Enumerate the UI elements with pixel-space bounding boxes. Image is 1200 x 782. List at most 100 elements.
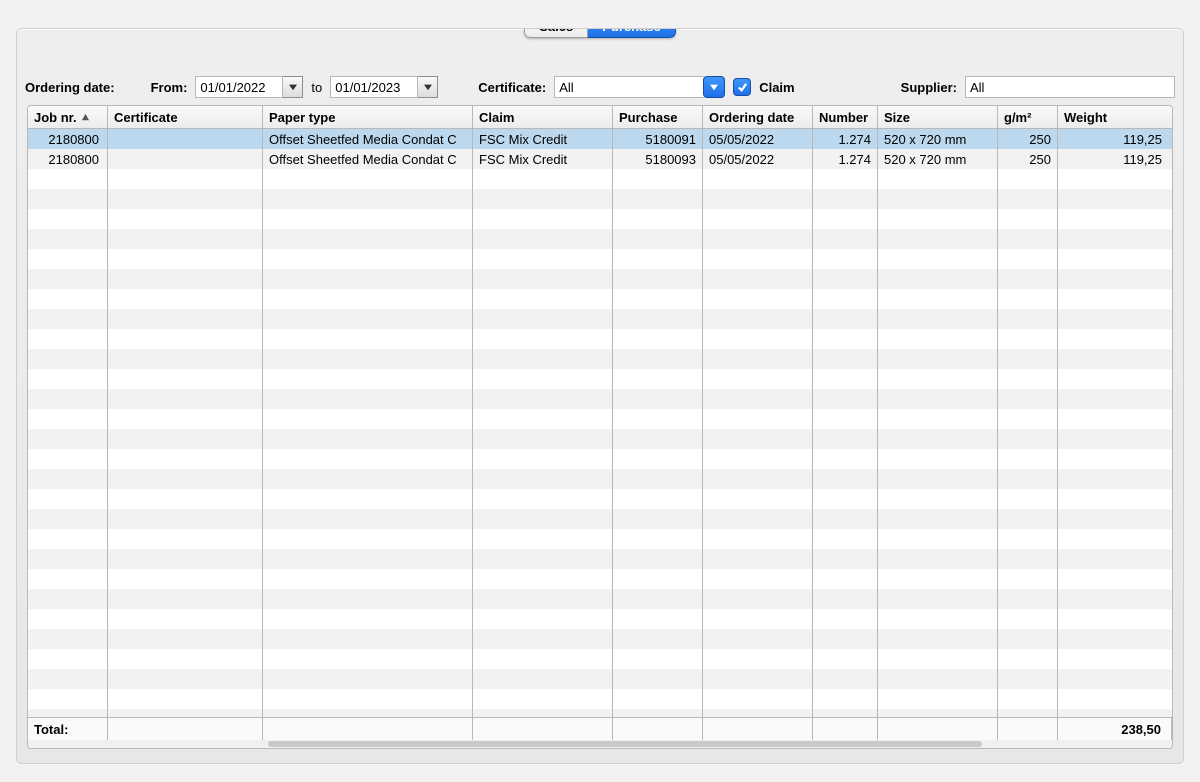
col-label: Purchase [619,110,678,125]
table-body: 2180800 Offset Sheetfed Media Condat CFSC… [28,129,1172,717]
main-panel: Sales Purchase Ordering date: From: to C… [16,28,1184,764]
table-row-empty [28,369,1172,389]
cell-gm2: 250 [998,129,1058,149]
claim-checkbox[interactable] [733,78,751,96]
from-date-dropdown[interactable] [283,76,303,98]
table-row-empty [28,449,1172,469]
cell-gm2: 250 [998,149,1058,169]
col-label: Paper type [269,110,335,125]
cell-num: 1.274 [813,149,878,169]
col-paper-type[interactable]: Paper type [263,106,473,128]
cell-date: 05/05/2022 [703,129,813,149]
table-row-empty [28,169,1172,189]
col-purchase[interactable]: Purchase [613,106,703,128]
scrollbar-thumb[interactable] [268,741,982,747]
table-row-empty [28,709,1172,717]
cell-date: 05/05/2022 [703,149,813,169]
col-label: Ordering date [709,110,794,125]
table-row[interactable]: 2180800Offset Sheetfed Media Condat CFSC… [28,129,1172,149]
cell-paper: Offset Sheetfed Media Condat C [263,149,473,169]
table-row-empty [28,689,1172,709]
cell-purchase: 5180093 [613,149,703,169]
cell-weight: 119,25 [1058,149,1172,169]
col-label: Number [819,110,868,125]
cell-cert [108,149,263,169]
table-row-empty [28,289,1172,309]
to-date-input[interactable] [330,76,418,98]
table-row-empty [28,329,1172,349]
sort-asc-icon [81,113,90,122]
col-label: Claim [479,110,514,125]
table-row-empty [28,649,1172,669]
cell-cert [108,129,263,149]
cell-size: 520 x 720 mm [878,129,998,149]
table-row-empty [28,189,1172,209]
col-size[interactable]: Size [878,106,998,128]
footer-label: Total: [28,718,108,740]
table-row-empty [28,489,1172,509]
cell-purchase: 5180091 [613,129,703,149]
certificate-dropdown[interactable] [703,76,725,98]
col-weight[interactable]: Weight [1058,106,1172,128]
table-row-empty [28,569,1172,589]
table-row-empty [28,209,1172,229]
table-header: Job nr. Certificate Paper type Claim Pur… [28,106,1172,129]
cell-weight: 119,25 [1058,129,1172,149]
cell-claim: FSC Mix Credit [473,129,613,149]
col-label: Weight [1064,110,1107,125]
table-row-empty [28,529,1172,549]
col-job-nr[interactable]: Job nr. [28,106,108,128]
tab-segment: Sales Purchase [524,28,676,38]
table-row-empty [28,409,1172,429]
col-label: Size [884,110,910,125]
table-row-empty [28,389,1172,409]
from-date-input[interactable] [195,76,283,98]
table-row-empty [28,549,1172,569]
footer-weight: 238,50 [1058,718,1172,740]
tab-sales[interactable]: Sales [524,28,588,38]
tab-purchase[interactable]: Purchase [588,28,676,38]
cell-size: 520 x 720 mm [878,149,998,169]
check-icon [737,82,748,93]
from-label: From: [151,80,188,95]
table-row-empty [28,669,1172,689]
table-row-empty [28,589,1172,609]
to-date-dropdown[interactable] [418,76,438,98]
table-row-empty [28,269,1172,289]
chevron-down-icon [289,83,297,91]
col-gm2[interactable]: g/m² [998,106,1058,128]
col-label: Certificate [114,110,178,125]
table-row-empty [28,629,1172,649]
supplier-label: Supplier: [901,80,957,95]
col-label: Job nr. [34,110,77,125]
supplier-input[interactable] [965,76,1175,98]
chevron-down-icon [424,83,432,91]
table-row-empty [28,349,1172,369]
col-ordering-date[interactable]: Ordering date [703,106,813,128]
ordering-date-label: Ordering date: [25,80,115,95]
claim-label: Claim [759,80,794,95]
results-table: Job nr. Certificate Paper type Claim Pur… [27,105,1173,749]
table-row[interactable]: 2180800 Offset Sheetfed Media Condat CFSC… [28,149,1172,169]
certificate-label: Certificate: [478,80,546,95]
cell-num: 1.274 [813,129,878,149]
col-number[interactable]: Number [813,106,878,128]
filter-bar: Ordering date: From: to Certificate: [25,73,1175,101]
table-row-empty [28,249,1172,269]
to-label: to [311,80,322,95]
cell-job: 2180800 [28,149,108,169]
horizontal-scrollbar[interactable] [28,740,1172,748]
table-row-empty [28,309,1172,329]
col-certificate[interactable]: Certificate [108,106,263,128]
table-row-empty [28,609,1172,629]
cell-claim: FSC Mix Credit [473,149,613,169]
cell-job: 2180800 [28,129,108,149]
table-footer: Total: 238,50 [28,717,1172,740]
table-row-empty [28,509,1172,529]
table-row-empty [28,429,1172,449]
table-row-empty [28,229,1172,249]
certificate-select[interactable] [554,76,704,98]
table-row-empty [28,469,1172,489]
col-claim[interactable]: Claim [473,106,613,128]
chevron-down-icon [710,83,718,91]
